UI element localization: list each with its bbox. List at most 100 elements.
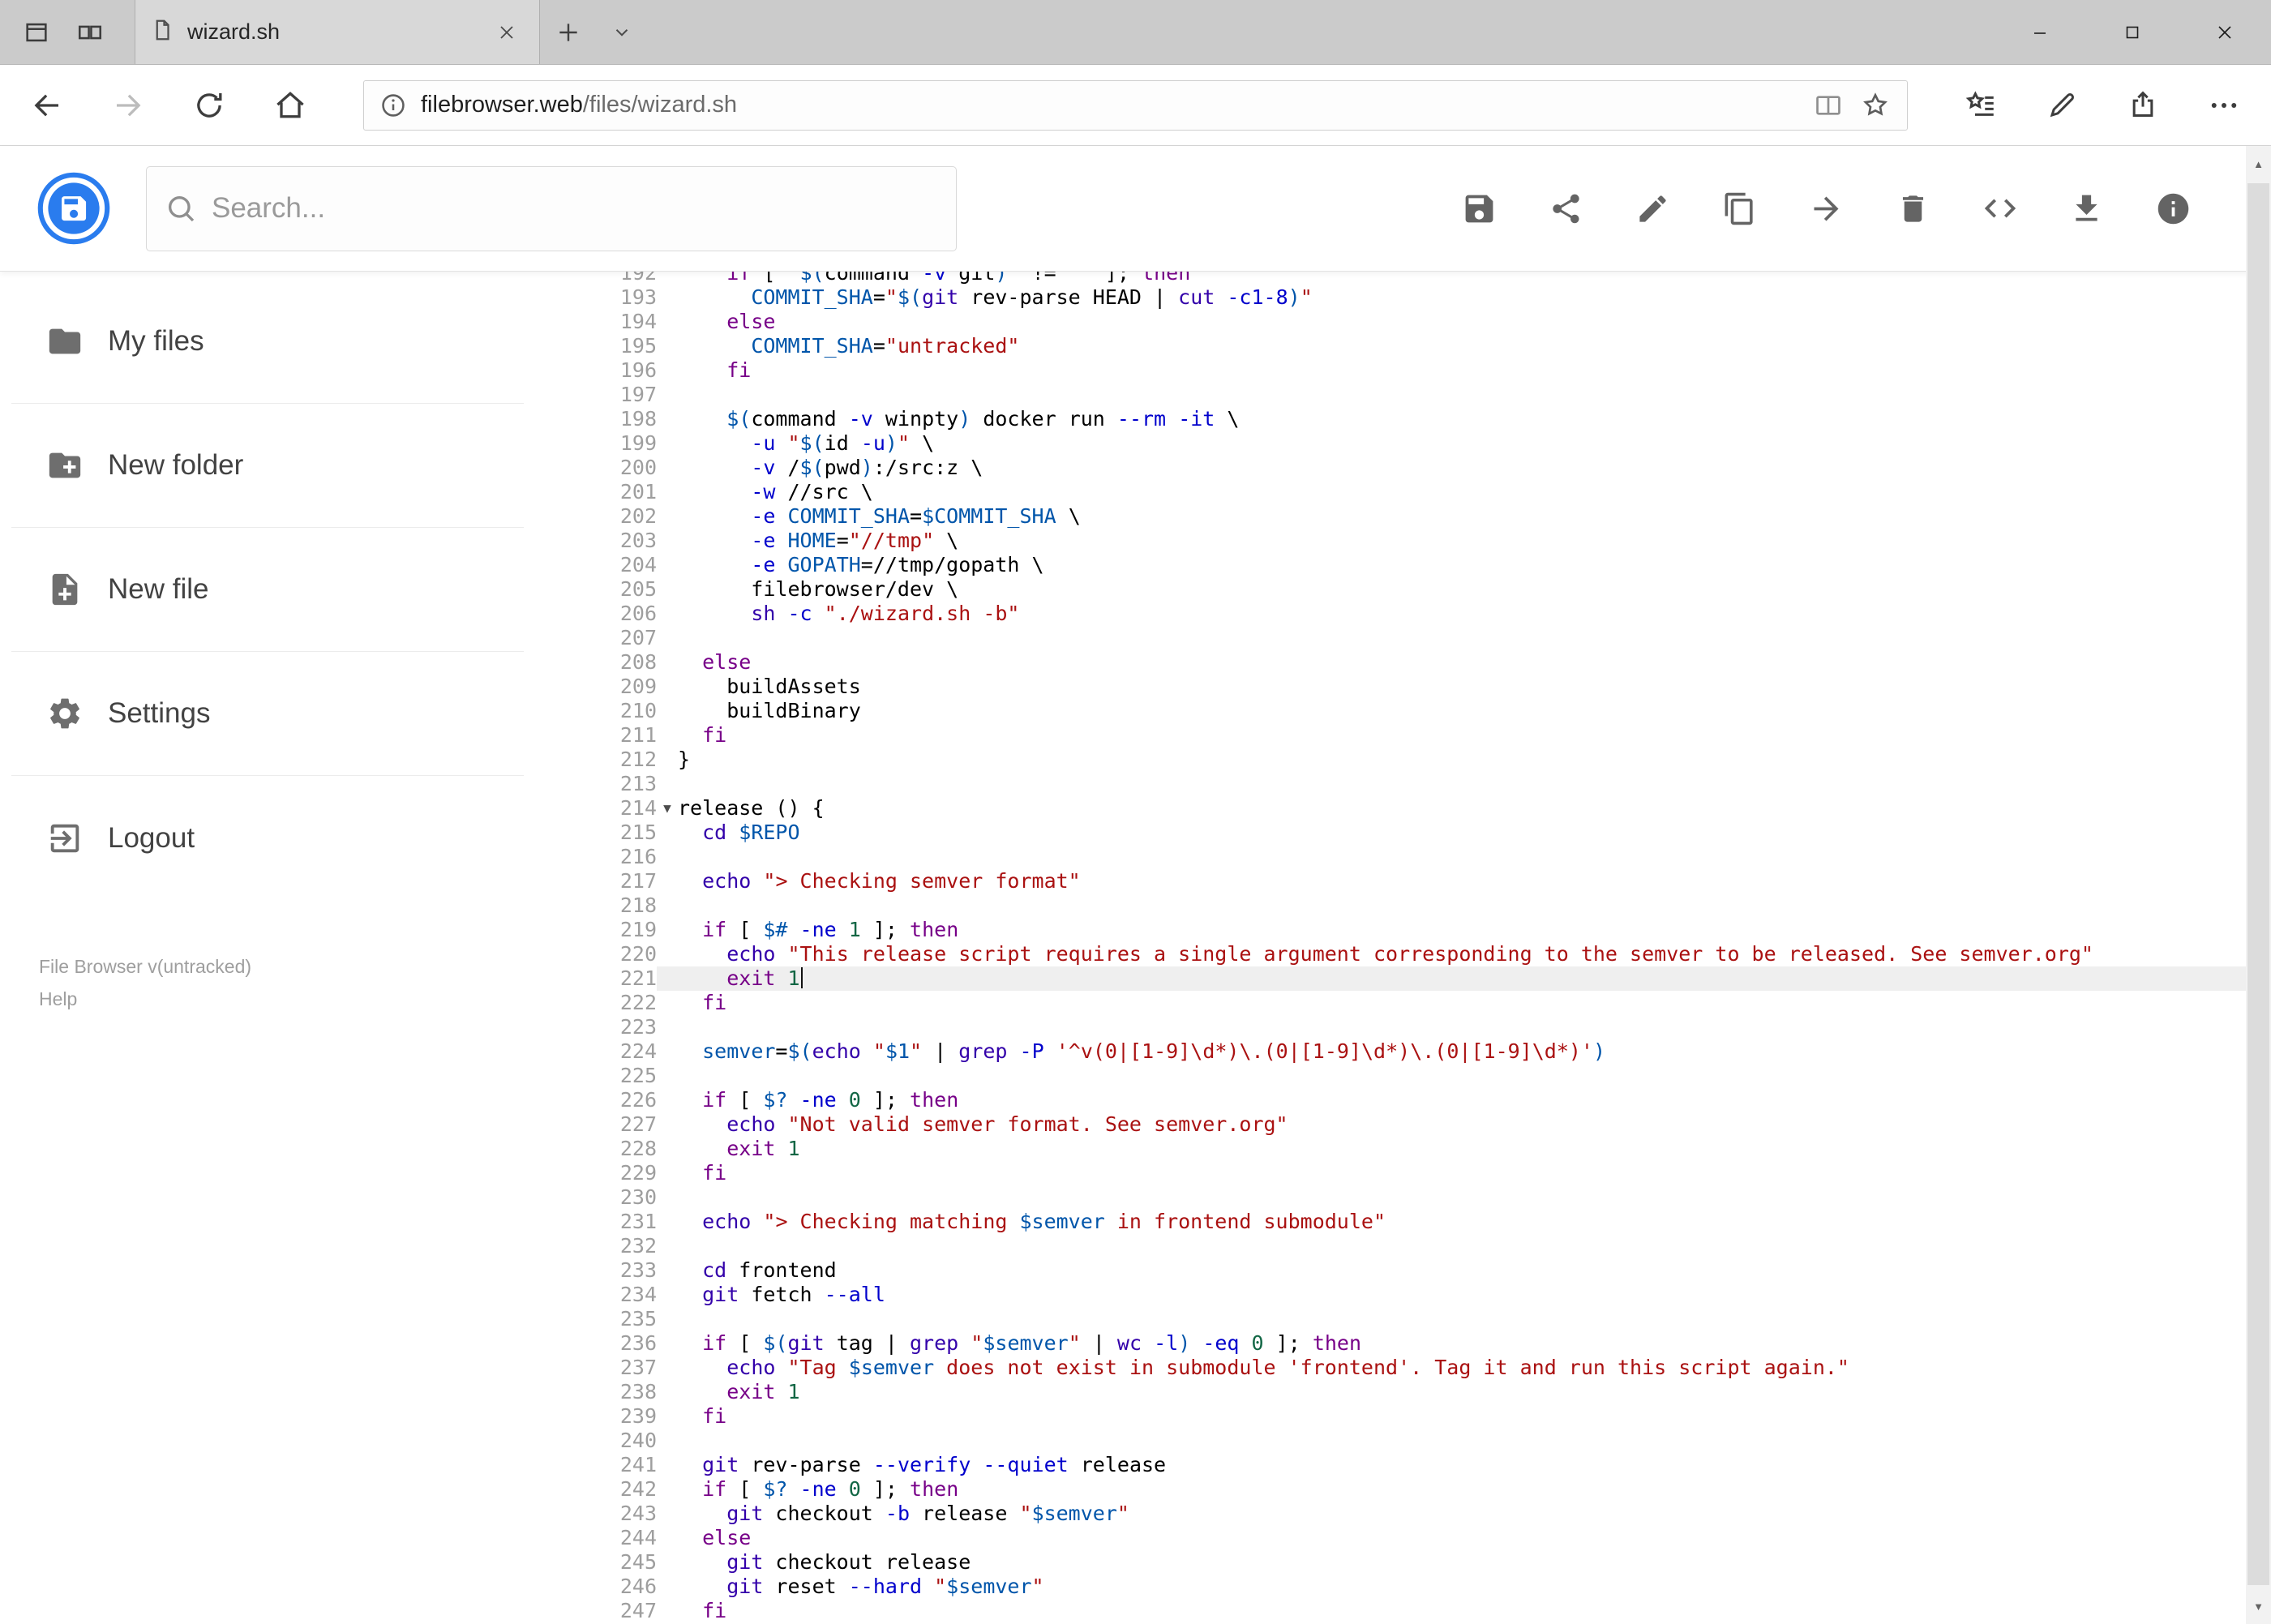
- share-button[interactable]: [1523, 165, 1609, 252]
- code-line[interactable]: 239 fi: [535, 1404, 2246, 1429]
- code-line[interactable]: 242 if [ $? -ne 0 ]; then: [535, 1477, 2246, 1502]
- code-text[interactable]: else: [678, 650, 2246, 675]
- code-line[interactable]: 224 semver=$(echo "$1" | grep -P '^v(0|[…: [535, 1039, 2246, 1064]
- code-line[interactable]: 202 -e COMMIT_SHA=$COMMIT_SHA \: [535, 504, 2246, 529]
- code-line[interactable]: 222 fi: [535, 991, 2246, 1015]
- code-line[interactable]: 192 if [ "$(command -v git)" != "" ]; th…: [535, 272, 2246, 285]
- code-text[interactable]: else: [678, 1526, 2246, 1550]
- code-line[interactable]: 206 sh -c "./wizard.sh -b": [535, 602, 2246, 626]
- tab-preview-icon[interactable]: [63, 0, 117, 64]
- code-line[interactable]: 198 $(command -v winpty) docker run --rm…: [535, 407, 2246, 431]
- code-line[interactable]: 234 git fetch --all: [535, 1283, 2246, 1307]
- new-tab-button[interactable]: [540, 0, 597, 64]
- code-text[interactable]: -e GOPATH=//tmp/gopath \: [678, 553, 2246, 577]
- code-line[interactable]: 197: [535, 383, 2246, 407]
- code-line[interactable]: 219 if [ $# -ne 1 ]; then: [535, 918, 2246, 942]
- code-text[interactable]: release () {: [678, 796, 2246, 821]
- code-text[interactable]: -w //src \: [678, 480, 2246, 504]
- code-line[interactable]: 194 else: [535, 310, 2246, 334]
- code-text[interactable]: cd frontend: [678, 1258, 2246, 1283]
- address-bar[interactable]: filebrowser.web/files/wizard.sh: [363, 79, 1908, 131]
- code-text[interactable]: [678, 1307, 2246, 1331]
- code-line[interactable]: 229 fi: [535, 1161, 2246, 1185]
- code-line[interactable]: 216: [535, 845, 2246, 869]
- code-text[interactable]: [678, 1429, 2246, 1453]
- sidebar-item-logout[interactable]: Logout: [11, 776, 524, 900]
- code-text[interactable]: buildAssets: [678, 675, 2246, 699]
- code-text[interactable]: git rev-parse --verify --quiet release: [678, 1453, 2246, 1477]
- web-note-pen-icon[interactable]: [2021, 73, 2102, 138]
- code-text[interactable]: echo "Tag $semver does not exist in subm…: [678, 1356, 2246, 1380]
- site-info-icon[interactable]: [372, 84, 414, 126]
- code-line[interactable]: 193 COMMIT_SHA="$(git rev-parse HEAD | c…: [535, 285, 2246, 310]
- code-line[interactable]: 246 git reset --hard "$semver": [535, 1575, 2246, 1599]
- code-text[interactable]: if [ $? -ne 0 ]; then: [678, 1477, 2246, 1502]
- code-line[interactable]: 195 COMMIT_SHA="untracked": [535, 334, 2246, 358]
- code-line[interactable]: 204 -e GOPATH=//tmp/gopath \: [535, 553, 2246, 577]
- code-text[interactable]: if [ "$(command -v git)" != "" ]; then: [678, 272, 2246, 285]
- code-view-button[interactable]: [1956, 165, 2043, 252]
- sidebar-item-settings[interactable]: Settings: [11, 652, 524, 776]
- code-text[interactable]: fi: [678, 991, 2246, 1015]
- move-button[interactable]: [1783, 165, 1870, 252]
- minimize-button[interactable]: [1994, 0, 2086, 64]
- code-text[interactable]: [678, 772, 2246, 796]
- code-text[interactable]: sh -c "./wizard.sh -b": [678, 602, 2246, 626]
- code-line[interactable]: 209 buildAssets: [535, 675, 2246, 699]
- code-line[interactable]: 247 fi: [535, 1599, 2246, 1623]
- code-line[interactable]: 220 echo "This release script requires a…: [535, 942, 2246, 966]
- edit-button[interactable]: [1609, 165, 1696, 252]
- code-line[interactable]: 221 exit 1: [535, 966, 2246, 991]
- code-text[interactable]: exit 1: [678, 1137, 2246, 1161]
- code-text[interactable]: exit 1: [678, 1380, 2246, 1404]
- code-line[interactable]: 241 git rev-parse --verify --quiet relea…: [535, 1453, 2246, 1477]
- code-text[interactable]: fi: [678, 723, 2246, 748]
- code-editor[interactable]: 192 if [ "$(command -v git)" != "" ]; th…: [535, 272, 2246, 1623]
- code-line[interactable]: 205 filebrowser/dev \: [535, 577, 2246, 602]
- close-button[interactable]: [2179, 0, 2271, 64]
- code-text[interactable]: fi: [678, 358, 2246, 383]
- fold-arrow-icon[interactable]: ▼: [657, 796, 678, 821]
- code-line[interactable]: 217 echo "> Checking semver format": [535, 869, 2246, 893]
- code-text[interactable]: [678, 893, 2246, 918]
- code-line[interactable]: 237 echo "Tag $semver does not exist in …: [535, 1356, 2246, 1380]
- code-text[interactable]: git checkout -b release "$semver": [678, 1502, 2246, 1526]
- code-text[interactable]: [678, 383, 2246, 407]
- code-text[interactable]: -e COMMIT_SHA=$COMMIT_SHA \: [678, 504, 2246, 529]
- code-text[interactable]: git reset --hard "$semver": [678, 1575, 2246, 1599]
- code-text[interactable]: [678, 1015, 2246, 1039]
- code-line[interactable]: 225: [535, 1064, 2246, 1088]
- code-text[interactable]: [678, 845, 2246, 869]
- code-line[interactable]: 226 if [ $? -ne 0 ]; then: [535, 1088, 2246, 1112]
- download-button[interactable]: [2043, 165, 2130, 252]
- code-text[interactable]: COMMIT_SHA="$(git rev-parse HEAD | cut -…: [678, 285, 2246, 310]
- share-icon-browser[interactable]: [2102, 73, 2183, 138]
- code-line[interactable]: 207: [535, 626, 2246, 650]
- more-menu-icon[interactable]: [2183, 73, 2265, 138]
- code-line[interactable]: 211 fi: [535, 723, 2246, 748]
- code-text[interactable]: COMMIT_SHA="untracked": [678, 334, 2246, 358]
- code-line[interactable]: 213: [535, 772, 2246, 796]
- code-text[interactable]: filebrowser/dev \: [678, 577, 2246, 602]
- sidebar-item-new-folder[interactable]: New folder: [11, 404, 524, 528]
- back-icon[interactable]: [6, 73, 88, 138]
- code-text[interactable]: fi: [678, 1599, 2246, 1623]
- code-line[interactable]: 245 git checkout release: [535, 1550, 2246, 1575]
- code-line[interactable]: 232: [535, 1234, 2246, 1258]
- code-line[interactable]: 233 cd frontend: [535, 1258, 2246, 1283]
- code-line[interactable]: 238 exit 1: [535, 1380, 2246, 1404]
- page-scrollbar[interactable]: ▲ ▼: [2246, 146, 2271, 1624]
- code-text[interactable]: if [ $? -ne 0 ]; then: [678, 1088, 2246, 1112]
- code-line[interactable]: 227 echo "Not valid semver format. See s…: [535, 1112, 2246, 1137]
- code-text[interactable]: echo "> Checking matching $semver in fro…: [678, 1210, 2246, 1234]
- code-text[interactable]: echo "This release script requires a sin…: [678, 942, 2246, 966]
- code-text[interactable]: [678, 1064, 2246, 1088]
- code-line[interactable]: 196 fi: [535, 358, 2246, 383]
- code-text[interactable]: $(command -v winpty) docker run --rm -it…: [678, 407, 2246, 431]
- code-line[interactable]: 230: [535, 1185, 2246, 1210]
- save-button[interactable]: [1436, 165, 1523, 252]
- copy-button[interactable]: [1696, 165, 1783, 252]
- code-text[interactable]: cd $REPO: [678, 821, 2246, 845]
- home-icon[interactable]: [250, 73, 331, 138]
- help-link[interactable]: Help: [39, 983, 535, 1015]
